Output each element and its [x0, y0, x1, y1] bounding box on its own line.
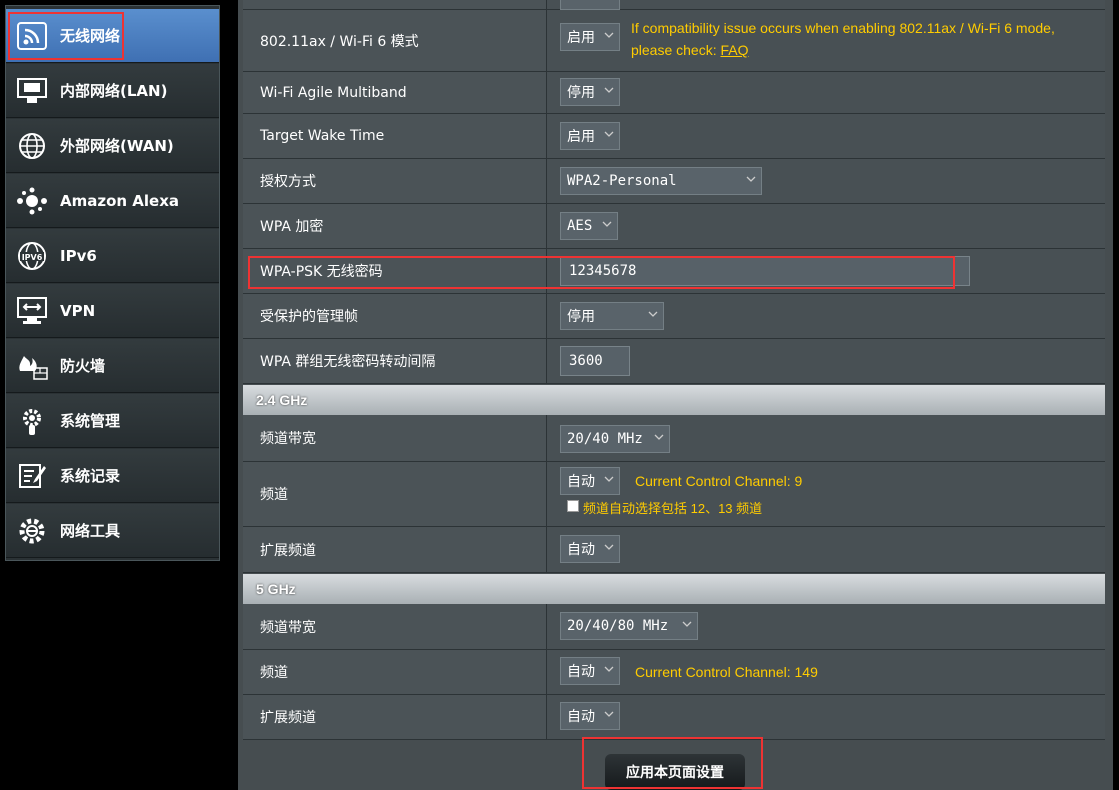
sidebar-item-ipv6[interactable]: IPV6 IPv6 [6, 229, 219, 283]
table-row-2g-bandwidth: 频道带宽 20/40 MHz [243, 415, 1105, 462]
table-row [243, 0, 1105, 10]
channel-2g-select[interactable]: 自动 [560, 467, 620, 495]
apply-settings-button[interactable]: 应用本页面设置 [605, 754, 745, 790]
log-icon [16, 460, 48, 492]
wifi-icon [16, 20, 48, 52]
bandwidth-5g-select[interactable]: 20/40/80 MHz [560, 612, 698, 640]
auth-method-select[interactable]: WPA2-Personal [560, 167, 762, 195]
row-label: WPA-PSK 无线密码 [243, 249, 547, 293]
table-row-80211ax: 802.11ax / Wi-Fi 6 模式 启用 If compatibilit… [243, 10, 1105, 72]
gear-icon [16, 405, 48, 437]
sidebar-item-lan[interactable]: 内部网络(LAN) [6, 64, 219, 118]
wpa-encryption-select[interactable]: AES [560, 212, 618, 240]
table-row-group-key-rotation: WPA 群组无线密码转动间隔 3600 [243, 339, 1105, 384]
sidebar-item-label: 系统管理 [60, 412, 121, 430]
channel-5g-select[interactable]: 自动 [560, 657, 620, 685]
sidebar-item-label: 防火墙 [60, 357, 106, 375]
row-label: 频道 [243, 462, 547, 526]
row-label: 频道带宽 [243, 604, 547, 649]
table-row-2g-ext-channel: 扩展频道 自动 [243, 527, 1105, 573]
chevron-down-icon [604, 544, 614, 550]
table-row-5g-ext-channel: 扩展频道 自动 [243, 695, 1105, 740]
sidebar-item-label: IPv6 [60, 246, 97, 265]
chevron-down-icon [604, 666, 614, 672]
chevron-down-icon [648, 311, 658, 317]
sidebar-item-alexa[interactable]: Amazon Alexa [6, 174, 219, 228]
chevron-down-icon [604, 87, 614, 93]
row-label: WPA 群组无线密码转动间隔 [243, 339, 547, 383]
chevron-down-icon [682, 621, 692, 627]
current-channel-2g: Current Control Channel: 9 [635, 473, 803, 489]
chevron-down-icon [604, 32, 614, 38]
bandwidth-2g-select[interactable]: 20/40 MHz [560, 425, 670, 453]
chevron-down-icon [654, 434, 664, 440]
pmf-select[interactable]: 停用 [560, 302, 664, 330]
vpn-icon [16, 295, 48, 327]
row-label: 802.11ax / Wi-Fi 6 模式 [243, 10, 547, 71]
row-label: 频道 [243, 650, 547, 694]
tools-icon [16, 515, 48, 547]
ext-channel-2g-select[interactable]: 自动 [560, 535, 620, 563]
table-row-wpa-encryption: WPA 加密 AES [243, 204, 1105, 249]
sidebar-item-label: 无线网络 [60, 27, 121, 45]
sidebar-item-network-tools[interactable]: 网络工具 [6, 504, 219, 558]
firewall-icon [16, 350, 48, 382]
table-row-target-wake-time: Target Wake Time 启用 [243, 114, 1105, 159]
section-header-5g: 5 GHz [243, 574, 1105, 604]
row-label: 扩展频道 [243, 527, 547, 572]
alexa-icon [16, 185, 48, 217]
checkbox-label: 频道自动选择包括 12、13 频道 [583, 501, 763, 516]
table-row-pmf: 受保护的管理帧 停用 [243, 294, 1105, 339]
row-label: Wi-Fi Agile Multiband [243, 72, 547, 113]
sidebar-menu: 无线网络 内部网络(LAN) 外部网络(WAN) Amazon Alexa IP… [5, 5, 220, 561]
sidebar-item-label: Amazon Alexa [60, 191, 180, 210]
table-row-2g-channel: 频道 自动 Current Control Channel: 9 频道自动选择包… [243, 462, 1105, 527]
sidebar-item-administration[interactable]: 系统管理 [6, 394, 219, 448]
sidebar-item-firewall[interactable]: 防火墙 [6, 339, 219, 393]
agile-multiband-select[interactable]: 停用 [560, 78, 620, 106]
table-row-agile-multiband: Wi-Fi Agile Multiband 停用 [243, 72, 1105, 114]
chevron-down-icon [604, 711, 614, 717]
row-label: Target Wake Time [243, 114, 547, 158]
sidebar-item-label: VPN [60, 301, 96, 320]
sidebar-item-vpn[interactable]: VPN [6, 284, 219, 338]
channel-12-13-checkbox[interactable] [567, 500, 579, 512]
section-header-2g: 2.4 GHz [243, 385, 1105, 415]
table-row-auth-method: 授权方式 WPA2-Personal [243, 159, 1105, 204]
ax-compat-note: If compatibility issue occurs when enabl… [631, 20, 1055, 58]
lan-icon [16, 75, 48, 107]
sidebar-item-wan[interactable]: 外部网络(WAN) [6, 119, 219, 173]
row-label: 扩展频道 [243, 695, 547, 739]
row-label: 频道带宽 [243, 415, 547, 461]
sidebar-item-label: 内部网络(LAN) [60, 82, 168, 100]
chevron-down-icon [604, 476, 614, 482]
table-row-wpa-psk: WPA-PSK 无线密码 12345678 [243, 249, 1105, 294]
wpa-psk-key-input[interactable]: 12345678 [560, 256, 970, 286]
svg-text:IPV6: IPV6 [22, 253, 43, 262]
chevron-down-icon [604, 131, 614, 137]
globe-icon [16, 130, 48, 162]
chevron-down-icon [746, 176, 756, 182]
table-row-5g-channel: 频道 自动 Current Control Channel: 149 [243, 650, 1105, 695]
chevron-down-icon [602, 221, 612, 227]
ipv6-icon: IPV6 [16, 240, 48, 272]
current-channel-5g: Current Control Channel: 149 [635, 664, 818, 680]
row-label: 授权方式 [243, 159, 547, 203]
ext-channel-5g-select[interactable]: 自动 [560, 702, 620, 730]
sidebar-item-wireless[interactable]: 无线网络 [6, 9, 219, 63]
sidebar-item-label: 网络工具 [60, 522, 121, 540]
table-row-5g-bandwidth: 频道带宽 20/40/80 MHz [243, 604, 1105, 650]
row-label: WPA 加密 [243, 204, 547, 248]
sidebar-item-label: 外部网络(WAN) [60, 137, 174, 155]
row-label: 受保护的管理帧 [243, 294, 547, 338]
faq-link[interactable]: FAQ [721, 42, 749, 58]
group-key-interval-input[interactable]: 3600 [560, 346, 630, 376]
sidebar-item-syslog[interactable]: 系统记录 [6, 449, 219, 503]
ax-mode-select[interactable]: 启用 [560, 23, 620, 51]
sidebar-item-label: 系统记录 [60, 467, 121, 485]
target-wake-time-select[interactable]: 启用 [560, 122, 620, 150]
